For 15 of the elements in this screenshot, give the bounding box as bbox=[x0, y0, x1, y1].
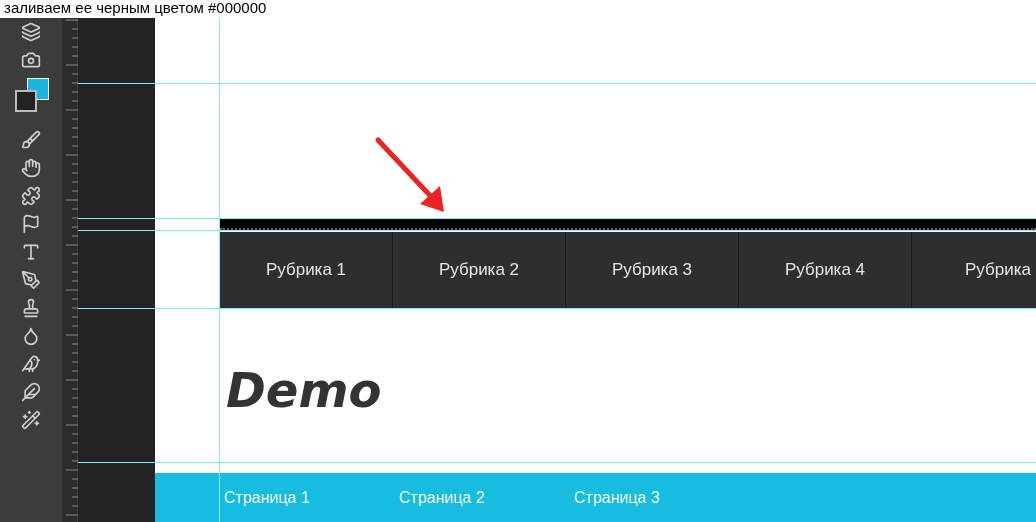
logo-text: Demo bbox=[226, 361, 382, 420]
hand-icon[interactable] bbox=[21, 158, 41, 178]
bird-icon[interactable] bbox=[21, 354, 41, 374]
stamp-icon[interactable] bbox=[21, 298, 41, 318]
flag-icon[interactable] bbox=[21, 214, 41, 234]
wand-icon[interactable] bbox=[21, 410, 41, 430]
pen-icon[interactable] bbox=[21, 270, 41, 290]
puzzle-icon[interactable] bbox=[21, 186, 41, 206]
camera-icon[interactable] bbox=[21, 50, 41, 70]
caption-text: заливаем ее черным цветом #000000 bbox=[4, 0, 267, 16]
feather-icon[interactable] bbox=[21, 382, 41, 402]
brush-icon[interactable] bbox=[21, 130, 41, 150]
drop-icon[interactable] bbox=[21, 326, 41, 346]
text-tool-icon[interactable] bbox=[21, 242, 41, 262]
layers-icon[interactable] bbox=[21, 22, 41, 42]
